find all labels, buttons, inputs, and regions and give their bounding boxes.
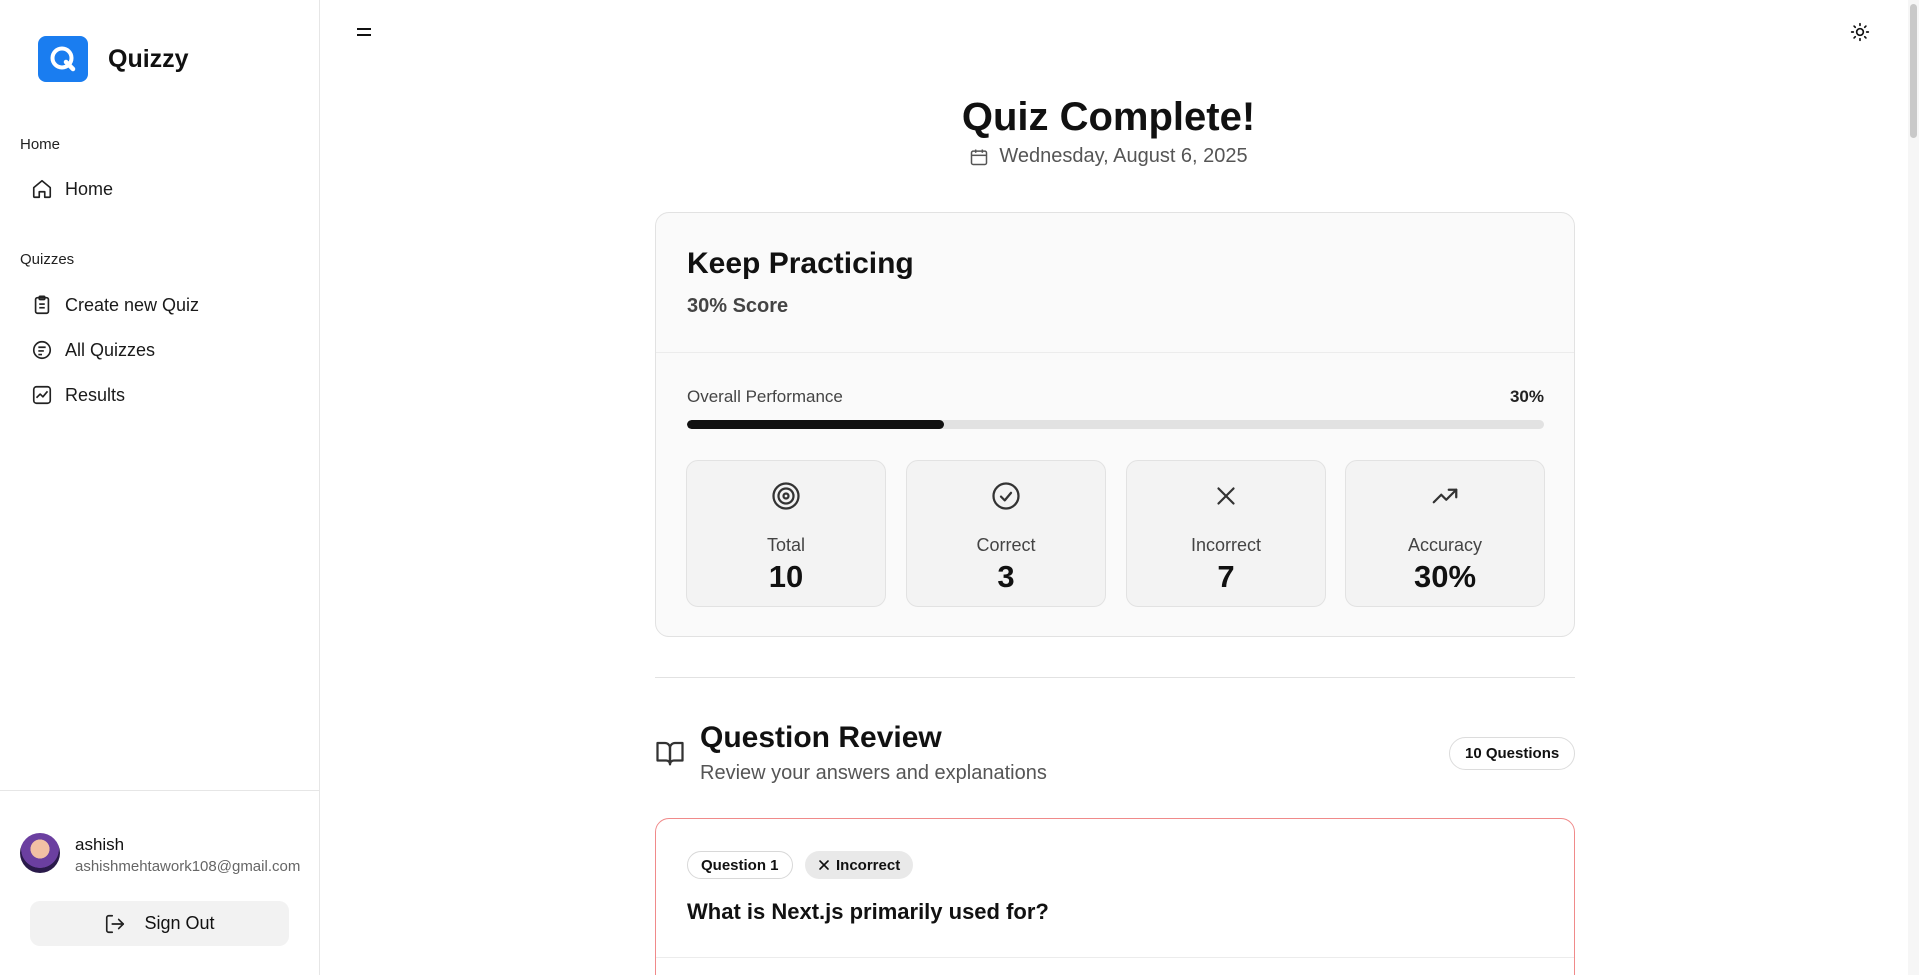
stat-label: Incorrect: [1190, 535, 1262, 555]
brand[interactable]: Quizzy: [38, 36, 189, 82]
performance-progress-fill: [687, 420, 945, 429]
scrollbar-thumb[interactable]: [1910, 4, 1917, 138]
result-title: Keep Practicing: [687, 247, 914, 280]
stat-accuracy: Accuracy 30%: [1345, 460, 1545, 607]
sidebar-item-results[interactable]: Results: [30, 378, 300, 412]
theme-toggle-button[interactable]: [1848, 20, 1872, 44]
check-circle-icon: [907, 481, 1105, 511]
sidebar-item-label: All Quizzes: [65, 339, 156, 360]
x-icon: [818, 859, 830, 871]
question-text: What is Next.js primarily used for?: [687, 899, 1049, 924]
sidebar-item-home[interactable]: Home: [30, 172, 300, 206]
question-number-badge: Question 1: [687, 851, 793, 879]
avatar[interactable]: [20, 833, 60, 873]
sidebar-footer: ashish ashishmehtawork108@gmail.com Sign…: [0, 790, 320, 975]
sidebar-item-label: Home: [65, 178, 114, 199]
x-icon: [1127, 481, 1325, 511]
incorrect-badge: Incorrect: [805, 851, 914, 879]
home-icon: [30, 177, 54, 201]
question-review-subtitle: Review your answers and explanations: [700, 762, 1047, 784]
stat-value: 3: [997, 559, 1015, 594]
results-icon: [30, 383, 54, 407]
section-label-quizzes: Quizzes: [20, 251, 75, 268]
stat-label: Total: [766, 535, 806, 555]
stat-value: 30%: [1413, 559, 1477, 594]
quiz-date-text: Wednesday, August 6, 2025: [999, 145, 1248, 167]
sign-out-button[interactable]: Sign Out: [30, 901, 289, 946]
stat-value: 7: [1217, 559, 1235, 594]
calendar-icon: [969, 147, 989, 167]
sidebar-item-label: Results: [65, 384, 126, 405]
user-email: ashishmehtawork108@gmail.com: [75, 858, 301, 875]
quizzes-icon: [30, 338, 54, 362]
question-card[interactable]: Question 1 Incorrect What is Next.js pri…: [655, 818, 1575, 975]
sign-out-icon: [104, 913, 126, 935]
question-count-badge: 10 Questions: [1449, 737, 1576, 770]
sidebar-item-label: Create new Quiz: [65, 294, 200, 315]
quiz-date: Wednesday, August 6, 2025: [655, 145, 1562, 168]
result-summary-card: Keep Practicing 30% Score Overall Perfor…: [655, 212, 1575, 637]
question-card-divider: [656, 957, 1574, 958]
book-open-icon: [655, 738, 685, 768]
stat-total: Total 10: [686, 460, 886, 607]
user-name: ashish: [75, 835, 125, 854]
target-icon: [687, 481, 885, 511]
quizzy-logo-icon: [38, 36, 88, 82]
page-title: Quiz Complete!: [961, 95, 1256, 139]
performance-value: 30%: [1509, 387, 1544, 406]
sidebar-toggle-button[interactable]: [353, 22, 375, 42]
sun-icon: [1850, 22, 1870, 42]
result-score: 30% Score: [687, 295, 789, 317]
section-divider: [655, 677, 1575, 678]
app-name: Quizzy: [108, 44, 189, 73]
stat-label: Correct: [976, 535, 1036, 555]
result-card-header: Keep Practicing 30% Score: [656, 213, 1574, 353]
sidebar-item-create-quiz[interactable]: Create new Quiz: [30, 288, 300, 322]
sign-out-label: Sign Out: [144, 913, 215, 933]
performance-progress-bar: [687, 420, 1544, 429]
clipboard-icon: [30, 293, 54, 317]
stat-correct: Correct 3: [906, 460, 1106, 607]
stat-value: 10: [768, 559, 804, 594]
menu-icon: [357, 28, 371, 36]
stat-incorrect: Incorrect 7: [1126, 460, 1326, 607]
sidebar-item-all-quizzes[interactable]: All Quizzes: [30, 333, 300, 367]
status-label: Incorrect: [836, 856, 901, 874]
trending-up-icon: [1346, 481, 1544, 511]
section-label-home: Home: [20, 136, 61, 153]
question-review-title: Question Review: [700, 721, 942, 754]
stat-label: Accuracy: [1407, 535, 1483, 555]
scrollbar[interactable]: [1908, 0, 1919, 975]
sidebar: Quizzy Home Home Quizzes Create new Quiz…: [0, 0, 320, 975]
performance-label: Overall Performance: [687, 387, 843, 406]
